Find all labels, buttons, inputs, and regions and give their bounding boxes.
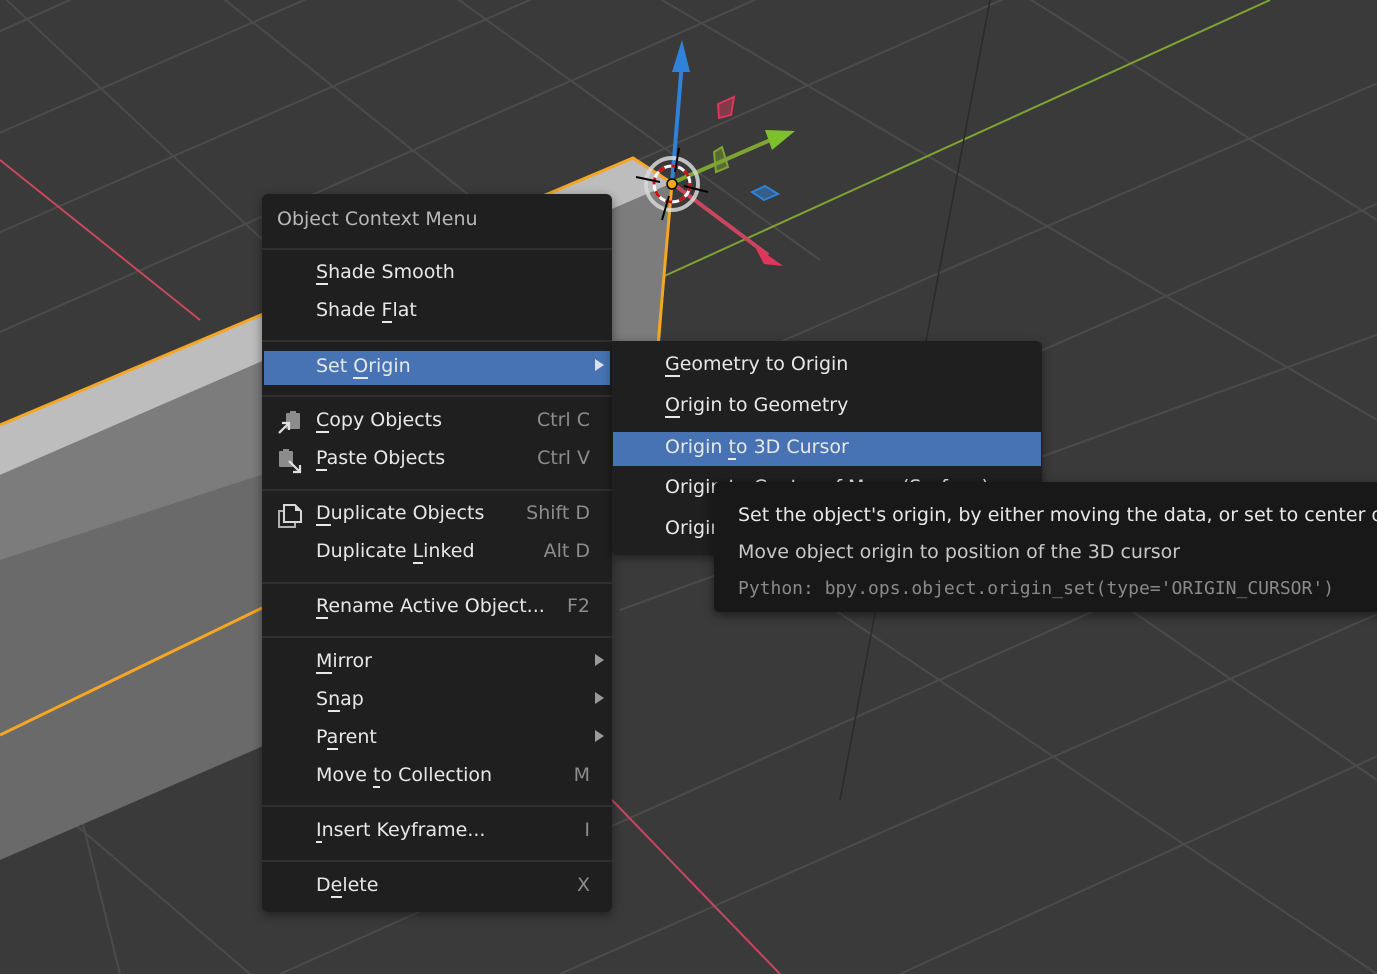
tooltip-description: Set the object's origin, by either movin… — [738, 504, 1377, 526]
menu-item-paste-objects[interactable]: Paste Objects Ctrl V — [264, 443, 610, 477]
shortcut-label: Ctrl V — [537, 447, 590, 469]
menu-item-label: Rename Active Object... — [316, 595, 545, 619]
shortcut-label: Alt D — [543, 540, 590, 562]
duplicate-icon — [278, 504, 302, 528]
menu-item-duplicate-linked[interactable]: Duplicate Linked Alt D — [264, 536, 610, 570]
menu-item-label: Origin to 3D Cursor — [665, 436, 849, 460]
object-origin-dot — [666, 178, 678, 190]
menu-item-label: Duplicate Linked — [316, 540, 475, 564]
menu-item-label: Paste Objects — [316, 447, 446, 471]
menu-separator — [262, 489, 612, 491]
object-context-menu: Object Context Menu Shade Smooth Shade F… — [262, 194, 612, 912]
menu-item-label: Delete — [316, 874, 379, 898]
shortcut-label: Ctrl C — [536, 409, 590, 431]
menu-item-rename-active-object[interactable]: Rename Active Object... F2 — [264, 591, 610, 625]
menu-separator — [262, 860, 612, 862]
menu-item-parent[interactable]: Parent — [264, 722, 610, 756]
menu-item-shade-flat[interactable]: Shade Flat — [264, 295, 610, 329]
shortcut-label: X — [576, 874, 590, 896]
menu-separator — [262, 340, 612, 342]
menu-item-label: Set Origin — [316, 355, 411, 379]
menu-separator — [262, 805, 612, 807]
menu-item-label: Duplicate Objects — [316, 502, 485, 526]
shortcut-label: F2 — [566, 595, 590, 617]
tooltip-operation: Move object origin to position of the 3D… — [738, 541, 1181, 563]
submenu-arrow-icon — [595, 654, 604, 666]
shortcut-label: Shift D — [526, 502, 590, 524]
paste-objects-icon — [279, 449, 302, 474]
menu-item-mirror[interactable]: Mirror — [264, 646, 610, 680]
menu-separator — [262, 395, 612, 397]
menu-item-label: Insert Keyframe... — [316, 819, 486, 843]
menu-item-label: Parent — [316, 726, 377, 750]
menu-separator — [262, 582, 612, 584]
submenu-item-origin-to-3d-cursor[interactable]: Origin to 3D Cursor — [613, 432, 1041, 466]
menu-item-duplicate-objects[interactable]: Duplicate Objects Shift D — [264, 498, 610, 532]
copy-objects-icon — [278, 411, 300, 434]
menu-item-label: Move to Collection — [316, 764, 493, 788]
menu-title: Object Context Menu — [277, 208, 478, 230]
menu-item-delete[interactable]: Delete X — [264, 870, 610, 904]
menu-item-label: Mirror — [316, 650, 372, 674]
submenu-arrow-icon — [595, 692, 604, 704]
shortcut-label: M — [573, 764, 590, 786]
menu-item-label: Copy Objects — [316, 409, 443, 433]
menu-item-move-to-collection[interactable]: Move to Collection M — [264, 760, 610, 794]
tooltip-python: Python: bpy.ops.object.origin_set(type='… — [738, 578, 1335, 599]
menu-separator — [262, 636, 612, 638]
submenu-item-origin-to-geometry[interactable]: Origin to Geometry — [613, 390, 1041, 424]
shortcut-label: I — [584, 819, 590, 841]
operator-tooltip: Set the object's origin, by either movin… — [714, 482, 1377, 612]
menu-item-label: Shade Smooth — [316, 261, 455, 285]
menu-item-label: Geometry to Origin — [665, 353, 849, 377]
menu-item-snap[interactable]: Snap — [264, 684, 610, 718]
menu-separator — [262, 248, 612, 250]
menu-item-shade-smooth[interactable]: Shade Smooth — [264, 257, 610, 291]
menu-item-label: Shade Flat — [316, 299, 417, 323]
menu-item-copy-objects[interactable]: Copy Objects Ctrl C — [264, 405, 610, 439]
menu-item-set-origin[interactable]: Set Origin — [264, 351, 610, 385]
menu-item-label: Origin to Geometry — [665, 394, 849, 418]
submenu-arrow-icon — [595, 730, 604, 742]
menu-item-insert-keyframe[interactable]: Insert Keyframe... I — [264, 815, 610, 849]
submenu-item-geometry-to-origin[interactable]: Geometry to Origin — [613, 349, 1041, 383]
submenu-arrow-icon — [595, 359, 604, 371]
menu-item-label: Snap — [316, 688, 364, 712]
